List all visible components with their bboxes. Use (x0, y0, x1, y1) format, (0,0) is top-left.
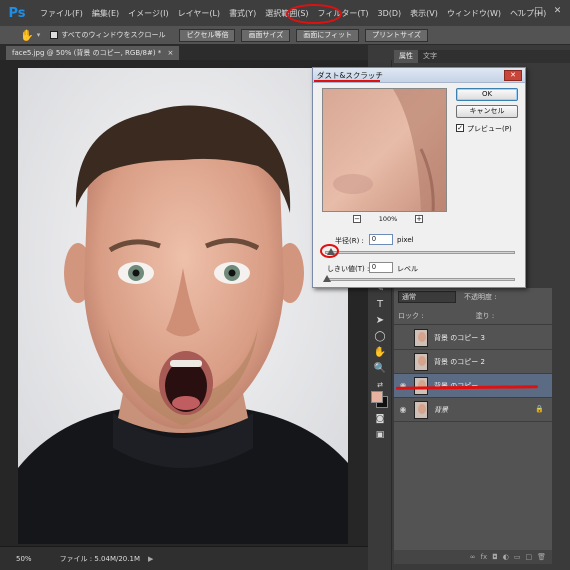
file-size-info: ファイル : 5.04M/20.1M (59, 554, 140, 563)
menu-image[interactable]: イメージ(I) (128, 8, 168, 19)
menu-window[interactable]: ウィンドウ(W) (447, 8, 501, 19)
path-selection-tool-icon[interactable]: ➤ (373, 314, 387, 328)
restore-button[interactable]: □ (532, 5, 545, 17)
zoom-out-button[interactable]: − (353, 215, 361, 223)
type-tool-icon[interactable]: T (373, 298, 387, 312)
fill-label: 塗り : (475, 311, 495, 320)
layer-name: 背景 のコピー 2 (434, 357, 485, 366)
fx-icon[interactable]: fx (481, 553, 488, 561)
link-layers-icon[interactable]: ∞ (470, 553, 476, 561)
threshold-unit: レベル (397, 265, 418, 273)
foreground-color-swatch[interactable] (371, 391, 383, 403)
opacity-label: 不透明度 : (464, 293, 497, 301)
threshold-input[interactable] (369, 262, 393, 273)
menu-bar: Ps ファイル(F) 編集(E) イメージ(I) レイヤー(L) 書式(Y) 選… (0, 0, 570, 26)
threshold-label: しきい値(T) : (327, 265, 370, 273)
swap-colors-icon[interactable]: ⇄ (373, 378, 387, 392)
add-mask-icon[interactable]: ◘ (492, 553, 498, 561)
layers-panel-footer: ∞ fx ◘ ◐ ▭ □ 🗑 (394, 550, 552, 564)
new-group-icon[interactable]: ▭ (514, 553, 521, 561)
filter-preview[interactable] (322, 88, 447, 212)
menu-file[interactable]: ファイル(F) (40, 8, 83, 19)
adjustment-layer-icon[interactable]: ◐ (503, 553, 509, 561)
dust-scratches-dialog: ダスト&スクラッチ ✕ − 100% + OK キャンセル ✓ プレビュー(P)… (312, 67, 526, 288)
layer-thumbnail (414, 328, 428, 347)
dialog-title: ダスト&スクラッチ (317, 70, 383, 80)
layer-blend-row: 通常 不透明度 : (394, 288, 552, 306)
blend-mode-select[interactable]: 通常 (398, 291, 456, 303)
zoom-level[interactable]: 50% (16, 555, 32, 563)
preview-zoom-percent: 100% (378, 215, 398, 223)
threshold-slider-thumb[interactable] (323, 275, 331, 282)
hand-tool-icon[interactable]: ✋ (20, 29, 34, 42)
minimize-button[interactable]: – (513, 5, 526, 17)
preview-zoom-row: − 100% + (353, 214, 423, 224)
ellipse-tool-icon[interactable]: ◯ (373, 330, 387, 344)
layers-panel: 通常 不透明度 : ロック : 塗り : 背景 のコピー 3 背景 のコピー 2… (394, 288, 552, 550)
portrait-photo (18, 68, 348, 544)
fit-screen-button[interactable]: 画面サイズ (241, 28, 291, 42)
document-photo[interactable] (18, 68, 348, 544)
hand-tool-icon-2[interactable]: ✋ (373, 346, 387, 360)
scroll-all-windows-label: すべてのウィンドウをスクロール (61, 31, 166, 39)
screen-mode-icon[interactable]: ▣ (373, 428, 387, 442)
actual-pixels-button[interactable]: ピクセル等倍 (179, 28, 236, 42)
tool-preset-dropdown-icon[interactable]: ▾ (37, 31, 41, 39)
delete-layer-icon[interactable]: 🗑 (537, 553, 546, 561)
preview-checkbox[interactable]: ✓ (456, 124, 464, 132)
radius-unit: pixel (397, 236, 414, 244)
status-menu-arrow-icon[interactable]: ▶ (148, 555, 153, 563)
quick-mask-icon[interactable]: ◙ (373, 412, 387, 426)
tab-properties[interactable]: 属性 (394, 50, 418, 63)
menu-type[interactable]: 書式(Y) (229, 8, 256, 19)
cancel-button[interactable]: キャンセル (456, 105, 518, 118)
new-layer-icon[interactable]: □ (525, 553, 532, 561)
close-button[interactable]: ✕ (551, 5, 564, 17)
layer-row[interactable]: ◉ 背景 🔒 (394, 398, 552, 422)
lock-icon: 🔒 (535, 405, 544, 413)
threshold-slider[interactable] (325, 278, 515, 281)
print-size-button[interactable]: プリントサイズ (365, 28, 428, 42)
menu-view[interactable]: 表示(V) (410, 8, 438, 19)
preview-skin-image (323, 89, 446, 211)
preview-label: プレビュー(P) (467, 125, 512, 133)
visibility-toggle-icon[interactable] (398, 333, 408, 343)
document-tab[interactable]: face5.jpg @ 50% (背景 のコピー, RGB/8#) * × (6, 46, 180, 60)
radius-input[interactable] (369, 234, 393, 245)
radius-label: 半径(R) : (335, 237, 364, 245)
tab-character[interactable]: 文字 (418, 50, 442, 63)
layer-lock-row: ロック : 塗り : (394, 307, 552, 325)
visibility-toggle-icon[interactable] (398, 357, 408, 367)
lock-label: ロック : (398, 311, 424, 320)
document-tab-title: face5.jpg @ 50% (背景 のコピー, RGB/8#) * (12, 49, 162, 57)
menu-edit[interactable]: 編集(E) (92, 8, 119, 19)
fill-screen-button[interactable]: 画面にフィット (296, 28, 360, 42)
ok-button[interactable]: OK (456, 88, 518, 101)
photoshop-logo: Ps (8, 5, 26, 21)
status-bar: 50% ファイル : 5.04M/20.1M ▶ (0, 546, 368, 570)
annotation-circle-filter-menu (286, 4, 342, 24)
radius-slider[interactable] (325, 251, 515, 254)
document-tab-bar: face5.jpg @ 50% (背景 のコピー, RGB/8#) * × (0, 45, 368, 60)
layer-name: 背景 のコピー 3 (434, 333, 485, 342)
menu-3d[interactable]: 3D(D) (378, 9, 402, 18)
properties-panel-tabs: 属性 文字 (394, 50, 570, 63)
layer-thumbnail (414, 400, 428, 419)
scroll-all-windows-checkbox[interactable] (50, 31, 59, 39)
eye-icon[interactable]: ◉ (398, 405, 408, 415)
document-tab-close-icon[interactable]: × (168, 49, 174, 57)
zoom-in-button[interactable]: + (415, 215, 423, 223)
annotation-underline-title (314, 80, 380, 82)
layer-thumbnail (414, 352, 428, 371)
menu-layer[interactable]: レイヤー(L) (178, 8, 220, 19)
zoom-tool-icon[interactable]: 🔍 (373, 362, 387, 376)
layer-row[interactable]: 背景 のコピー 2 (394, 350, 552, 374)
layer-row[interactable]: 背景 のコピー 3 (394, 326, 552, 350)
window-controls: – □ ✕ (513, 5, 564, 17)
layer-name: 背景 (434, 405, 448, 414)
options-bar: ✋ ▾ すべてのウィンドウをスクロール ピクセル等倍 画面サイズ 画面にフィット… (0, 26, 570, 45)
annotation-circle-radius-slider (320, 244, 339, 258)
dialog-close-button[interactable]: ✕ (504, 70, 522, 81)
